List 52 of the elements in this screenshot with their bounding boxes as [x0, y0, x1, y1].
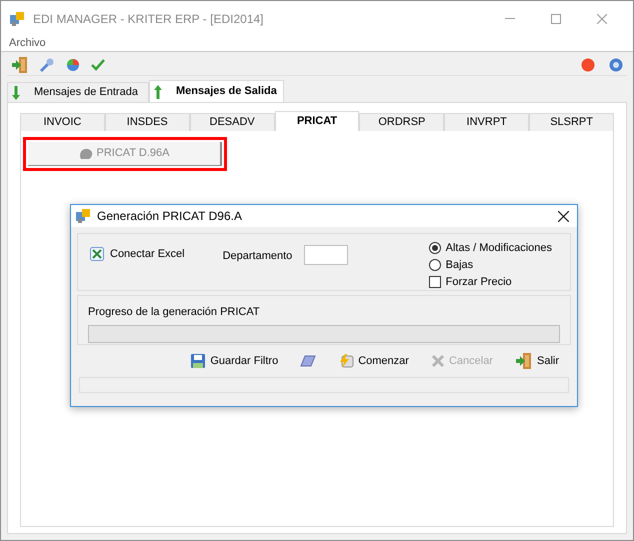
wrench-icon — [39, 56, 55, 72]
connect-excel-button[interactable]: Conectar Excel — [90, 244, 185, 264]
tab[interactable]: INVRPT — [444, 113, 530, 131]
lightning-icon — [338, 353, 354, 369]
option-label: Bajas — [446, 258, 474, 273]
checkbox[interactable] — [428, 276, 441, 288]
check-icon — [91, 58, 105, 72]
exit-button[interactable]: Salir — [514, 352, 559, 370]
option-label: Altas / Modificaciones — [446, 240, 552, 256]
tab[interactable]: Mensajes de Salida — [148, 80, 284, 102]
eraser-icon — [300, 355, 316, 367]
progress-label: Progreso de la generación PRICAT — [88, 305, 261, 320]
exit-door-icon — [11, 56, 29, 74]
close-icon — [430, 354, 445, 368]
tab[interactable]: PRICAT — [274, 111, 360, 131]
minimize-icon — [505, 18, 515, 19]
exit-toolbar-button[interactable] — [11, 56, 29, 74]
radio-button[interactable] — [428, 242, 441, 254]
department-label: Departamento — [222, 249, 292, 264]
option-label: Forzar Precio — [446, 274, 512, 290]
tab[interactable]: Mensajes de Entrada — [7, 82, 149, 102]
eraser-button[interactable] — [300, 355, 316, 367]
tab[interactable]: DESADV — [190, 113, 275, 131]
tab[interactable]: SLSRPT — [529, 113, 614, 131]
tab[interactable]: INVOIC — [20, 113, 105, 131]
up-arrow-icon — [154, 84, 162, 98]
tab[interactable]: ORDRSP — [359, 113, 444, 131]
down-arrow-icon — [12, 86, 20, 100]
radio-button[interactable] — [428, 259, 441, 271]
menu-item[interactable]: Archivo — [9, 35, 46, 52]
stop-icon — [581, 58, 595, 72]
chart-toolbar-button[interactable] — [65, 56, 81, 72]
maximize-icon — [551, 14, 561, 24]
spreadsheet-icon — [90, 247, 104, 261]
window-title: EDI MANAGER - KRITER ERP - [EDI2014] — [33, 10, 264, 28]
stop-button[interactable] — [581, 58, 595, 72]
help-button[interactable] — [609, 58, 623, 72]
close-icon — [597, 14, 607, 24]
close-icon — [558, 210, 568, 222]
department-field[interactable] — [304, 245, 348, 265]
exit-door-icon — [514, 352, 533, 370]
blob-icon — [78, 148, 93, 160]
help-icon — [609, 58, 623, 72]
pie-chart-icon — [65, 56, 81, 72]
start-button[interactable]: Comenzar — [338, 352, 409, 370]
wrench-toolbar-button[interactable] — [39, 56, 55, 72]
tab[interactable]: INSDES — [104, 113, 190, 131]
save-button[interactable]: Guardar Filtro — [190, 352, 278, 370]
dialog-title: Generación PRICAT D96.A — [97, 208, 242, 225]
app-icon — [9, 10, 25, 26]
dialog-icon — [75, 208, 91, 224]
check-toolbar-button[interactable] — [91, 58, 105, 72]
